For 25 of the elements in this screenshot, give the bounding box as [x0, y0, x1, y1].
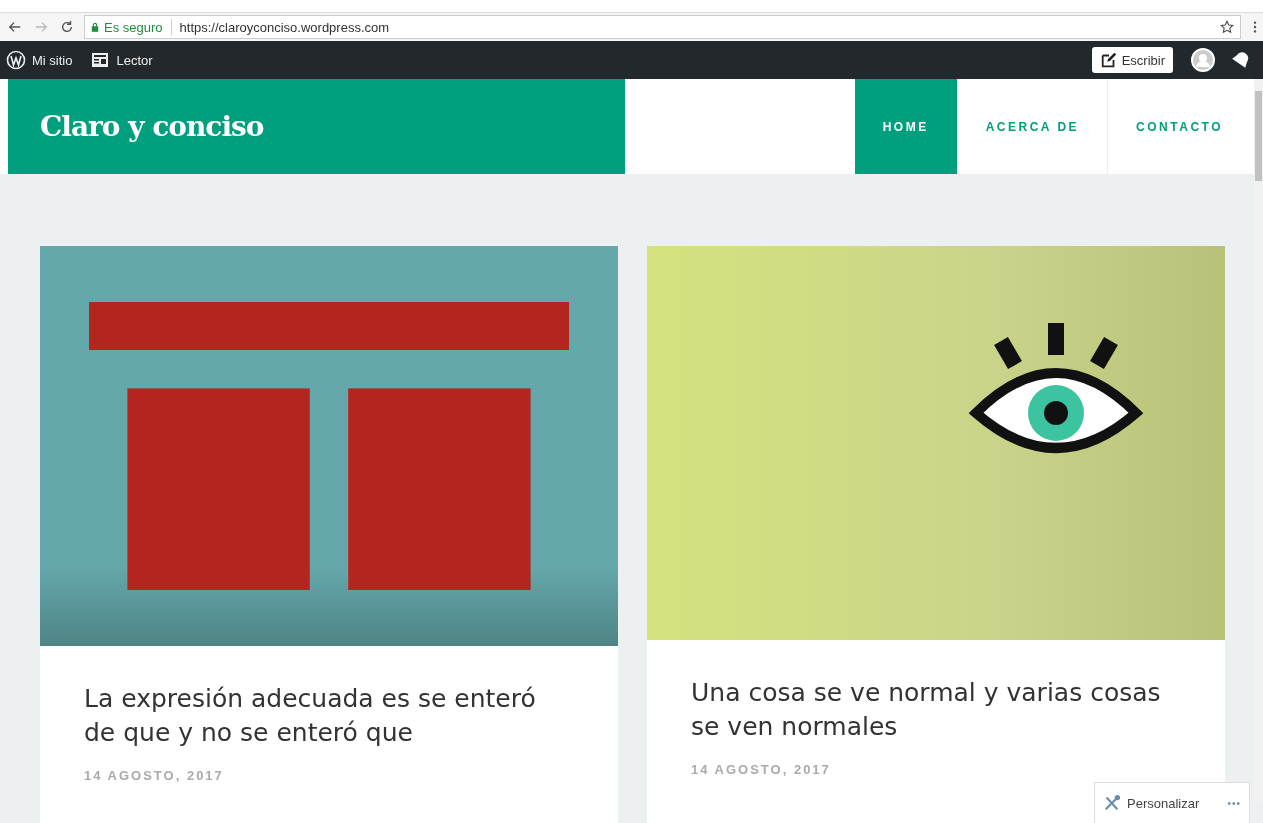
- customize-link[interactable]: Personalizar: [1127, 795, 1222, 811]
- post-date: 14 AGOSTO, 2017: [691, 762, 832, 777]
- post-image[interactable]: [647, 246, 1225, 640]
- secure-label: Es seguro: [104, 19, 163, 35]
- edit-icon: [1099, 51, 1118, 69]
- post-title[interactable]: Una cosa se ve normal y varias cosas se ven normales: [691, 676, 1181, 744]
- admin-bar-link[interactable]: Lector: [116, 52, 153, 68]
- post-date: 14 AGOSTO, 2017: [84, 768, 225, 783]
- scrollbar-thumb[interactable]: [1255, 91, 1262, 181]
- more-options-button[interactable]: •••: [1227, 797, 1241, 809]
- url-text: https://claroyconciso.wordpress.com: [179, 19, 391, 35]
- admin-bar-link[interactable]: Mi sitio: [32, 52, 73, 68]
- menu-icon[interactable]: [1253, 20, 1257, 34]
- lock-icon: [91, 22, 99, 32]
- write-button[interactable]: Escribir: [1091, 47, 1173, 73]
- reload-icon[interactable]: [60, 20, 74, 34]
- back-icon[interactable]: [8, 20, 22, 34]
- star-icon[interactable]: [1220, 20, 1234, 34]
- reader-icon[interactable]: [90, 50, 111, 70]
- post-title[interactable]: La expresión adecuada es se enteró de que y no se enteró que: [84, 682, 574, 750]
- scrollbar[interactable]: [1254, 79, 1263, 802]
- wordpress-logo-icon[interactable]: [6, 50, 26, 70]
- avatar-icon[interactable]: [1191, 48, 1215, 72]
- tools-icon: [1103, 794, 1121, 812]
- address-bar[interactable]: Es seguro https://claroyconciso.wordpress.com: [84, 15, 1241, 39]
